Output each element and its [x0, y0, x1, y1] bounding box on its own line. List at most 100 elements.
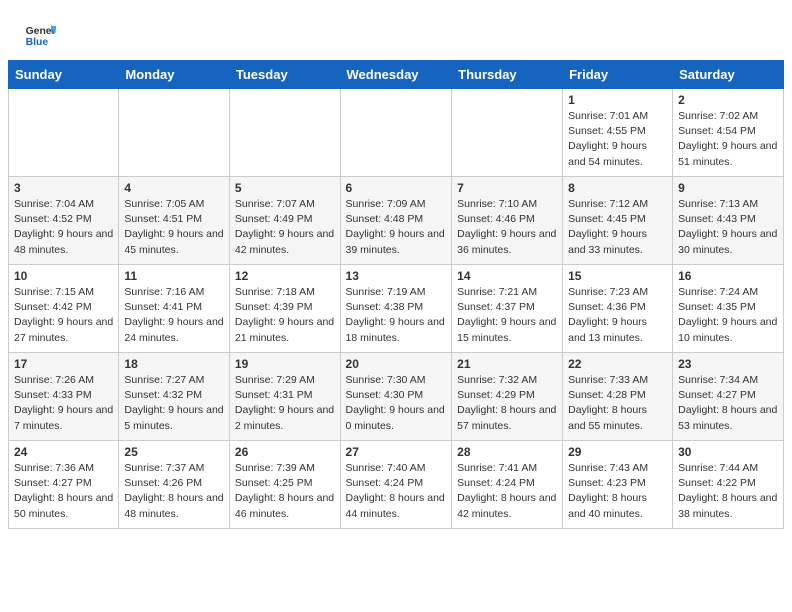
day-info: Sunrise: 7:40 AMSunset: 4:24 PMDaylight:…	[346, 461, 447, 522]
day-info: Sunrise: 7:21 AMSunset: 4:37 PMDaylight:…	[457, 285, 557, 346]
day-info: Sunrise: 7:43 AMSunset: 4:23 PMDaylight:…	[568, 461, 667, 522]
day-number: 18	[124, 357, 224, 371]
day-cell: 16 Sunrise: 7:24 AMSunset: 4:35 PMDayligh…	[673, 265, 784, 353]
day-number: 23	[678, 357, 778, 371]
col-wednesday: Wednesday	[340, 61, 452, 89]
page-header: General Blue	[0, 0, 792, 60]
day-number: 4	[124, 181, 224, 195]
calendar-header: Sunday Monday Tuesday Wednesday Thursday…	[9, 61, 784, 89]
day-cell: 14 Sunrise: 7:21 AMSunset: 4:37 PMDayligh…	[452, 265, 563, 353]
day-number: 8	[568, 181, 667, 195]
day-info: Sunrise: 7:27 AMSunset: 4:32 PMDaylight:…	[124, 373, 224, 434]
day-cell: 19 Sunrise: 7:29 AMSunset: 4:31 PMDayligh…	[229, 353, 340, 441]
day-cell: 3Sunrise: 7:04 AMSunset: 4:52 PMDaylight…	[9, 177, 119, 265]
day-cell: 4 Sunrise: 7:05 AMSunset: 4:51 PMDaylight…	[119, 177, 230, 265]
day-cell: 28Sunrise: 7:41 AMSunset: 4:24 PMDayligh…	[452, 441, 563, 529]
week-row-3: 10 Sunrise: 7:15 AMSunset: 4:42 PMDayligh…	[9, 265, 784, 353]
day-number: 19	[235, 357, 335, 371]
day-info: Sunrise: 7:15 AMSunset: 4:42 PMDaylight:…	[14, 285, 113, 346]
day-info: Sunrise: 7:24 AMSunset: 4:35 PMDaylight:…	[678, 285, 778, 346]
day-cell: 25 Sunrise: 7:37 AMSunset: 4:26 PMDayligh…	[119, 441, 230, 529]
day-number: 24	[14, 445, 113, 459]
day-cell	[229, 89, 340, 177]
day-cell: 21 Sunrise: 7:32 AMSunset: 4:29 PMDayligh…	[452, 353, 563, 441]
day-number: 22	[568, 357, 667, 371]
day-info: Sunrise: 7:12 AMSunset: 4:45 PMDaylight:…	[568, 197, 667, 258]
day-cell: 11 Sunrise: 7:16 AMSunset: 4:41 PMDayligh…	[119, 265, 230, 353]
day-number: 14	[457, 269, 557, 283]
day-cell	[452, 89, 563, 177]
day-cell: 27 Sunrise: 7:40 AMSunset: 4:24 PMDayligh…	[340, 441, 452, 529]
calendar-table: Sunday Monday Tuesday Wednesday Thursday…	[8, 60, 784, 529]
logo: General Blue	[24, 18, 60, 50]
day-cell: 20 Sunrise: 7:30 AMSunset: 4:30 PMDayligh…	[340, 353, 452, 441]
day-cell: 1Sunrise: 7:01 AMSunset: 4:55 PMDaylight…	[563, 89, 673, 177]
day-number: 30	[678, 445, 778, 459]
day-number: 10	[14, 269, 113, 283]
day-info: Sunrise: 7:37 AMSunset: 4:26 PMDaylight:…	[124, 461, 224, 522]
day-cell: 29 Sunrise: 7:43 AMSunset: 4:23 PMDayligh…	[563, 441, 673, 529]
day-cell	[119, 89, 230, 177]
day-cell: 6 Sunrise: 7:09 AMSunset: 4:48 PMDaylight…	[340, 177, 452, 265]
day-info: Sunrise: 7:02 AMSunset: 4:54 PMDaylight:…	[678, 109, 778, 170]
day-cell: 23Sunrise: 7:34 AMSunset: 4:27 PMDayligh…	[673, 353, 784, 441]
day-number: 29	[568, 445, 667, 459]
day-number: 15	[568, 269, 667, 283]
day-cell: 10 Sunrise: 7:15 AMSunset: 4:42 PMDayligh…	[9, 265, 119, 353]
day-cell: 15Sunrise: 7:23 AMSunset: 4:36 PMDayligh…	[563, 265, 673, 353]
day-info: Sunrise: 7:10 AMSunset: 4:46 PMDaylight:…	[457, 197, 557, 258]
day-cell: 2 Sunrise: 7:02 AMSunset: 4:54 PMDaylight…	[673, 89, 784, 177]
day-number: 9	[678, 181, 778, 195]
day-cell: 17Sunrise: 7:26 AMSunset: 4:33 PMDayligh…	[9, 353, 119, 441]
day-number: 21	[457, 357, 557, 371]
day-number: 17	[14, 357, 113, 371]
day-number: 27	[346, 445, 447, 459]
day-cell: 26 Sunrise: 7:39 AMSunset: 4:25 PMDayligh…	[229, 441, 340, 529]
day-cell: 5 Sunrise: 7:07 AMSunset: 4:49 PMDaylight…	[229, 177, 340, 265]
day-number: 1	[568, 93, 667, 107]
col-tuesday: Tuesday	[229, 61, 340, 89]
svg-text:Blue: Blue	[26, 37, 49, 48]
day-info: Sunrise: 7:32 AMSunset: 4:29 PMDaylight:…	[457, 373, 557, 434]
day-info: Sunrise: 7:05 AMSunset: 4:51 PMDaylight:…	[124, 197, 224, 258]
day-info: Sunrise: 7:36 AMSunset: 4:27 PMDaylight:…	[14, 461, 113, 522]
day-info: Sunrise: 7:29 AMSunset: 4:31 PMDaylight:…	[235, 373, 335, 434]
day-info: Sunrise: 7:44 AMSunset: 4:22 PMDaylight:…	[678, 461, 778, 522]
header-row: Sunday Monday Tuesday Wednesday Thursday…	[9, 61, 784, 89]
calendar-wrapper: Sunday Monday Tuesday Wednesday Thursday…	[0, 60, 792, 537]
day-number: 6	[346, 181, 447, 195]
day-cell	[340, 89, 452, 177]
day-number: 28	[457, 445, 557, 459]
day-info: Sunrise: 7:04 AMSunset: 4:52 PMDaylight:…	[14, 197, 113, 258]
day-number: 12	[235, 269, 335, 283]
day-number: 26	[235, 445, 335, 459]
day-cell: 30 Sunrise: 7:44 AMSunset: 4:22 PMDayligh…	[673, 441, 784, 529]
day-info: Sunrise: 7:30 AMSunset: 4:30 PMDaylight:…	[346, 373, 447, 434]
day-cell: 24 Sunrise: 7:36 AMSunset: 4:27 PMDayligh…	[9, 441, 119, 529]
day-number: 11	[124, 269, 224, 283]
day-info: Sunrise: 7:07 AMSunset: 4:49 PMDaylight:…	[235, 197, 335, 258]
day-cell: 13Sunrise: 7:19 AMSunset: 4:38 PMDayligh…	[340, 265, 452, 353]
day-info: Sunrise: 7:16 AMSunset: 4:41 PMDaylight:…	[124, 285, 224, 346]
day-number: 5	[235, 181, 335, 195]
week-row-4: 17Sunrise: 7:26 AMSunset: 4:33 PMDayligh…	[9, 353, 784, 441]
col-sunday: Sunday	[9, 61, 119, 89]
col-thursday: Thursday	[452, 61, 563, 89]
day-number: 16	[678, 269, 778, 283]
day-info: Sunrise: 7:33 AMSunset: 4:28 PMDaylight:…	[568, 373, 667, 434]
col-monday: Monday	[119, 61, 230, 89]
day-number: 13	[346, 269, 447, 283]
day-number: 2	[678, 93, 778, 107]
day-cell: 22 Sunrise: 7:33 AMSunset: 4:28 PMDayligh…	[563, 353, 673, 441]
day-info: Sunrise: 7:09 AMSunset: 4:48 PMDaylight:…	[346, 197, 447, 258]
logo-icon: General Blue	[24, 18, 56, 50]
day-info: Sunrise: 7:39 AMSunset: 4:25 PMDaylight:…	[235, 461, 335, 522]
week-row-5: 24 Sunrise: 7:36 AMSunset: 4:27 PMDayligh…	[9, 441, 784, 529]
day-info: Sunrise: 7:13 AMSunset: 4:43 PMDaylight:…	[678, 197, 778, 258]
day-info: Sunrise: 7:18 AMSunset: 4:39 PMDaylight:…	[235, 285, 335, 346]
day-number: 25	[124, 445, 224, 459]
col-saturday: Saturday	[673, 61, 784, 89]
day-cell: 18 Sunrise: 7:27 AMSunset: 4:32 PMDayligh…	[119, 353, 230, 441]
calendar-body: 1Sunrise: 7:01 AMSunset: 4:55 PMDaylight…	[9, 89, 784, 529]
day-number: 20	[346, 357, 447, 371]
